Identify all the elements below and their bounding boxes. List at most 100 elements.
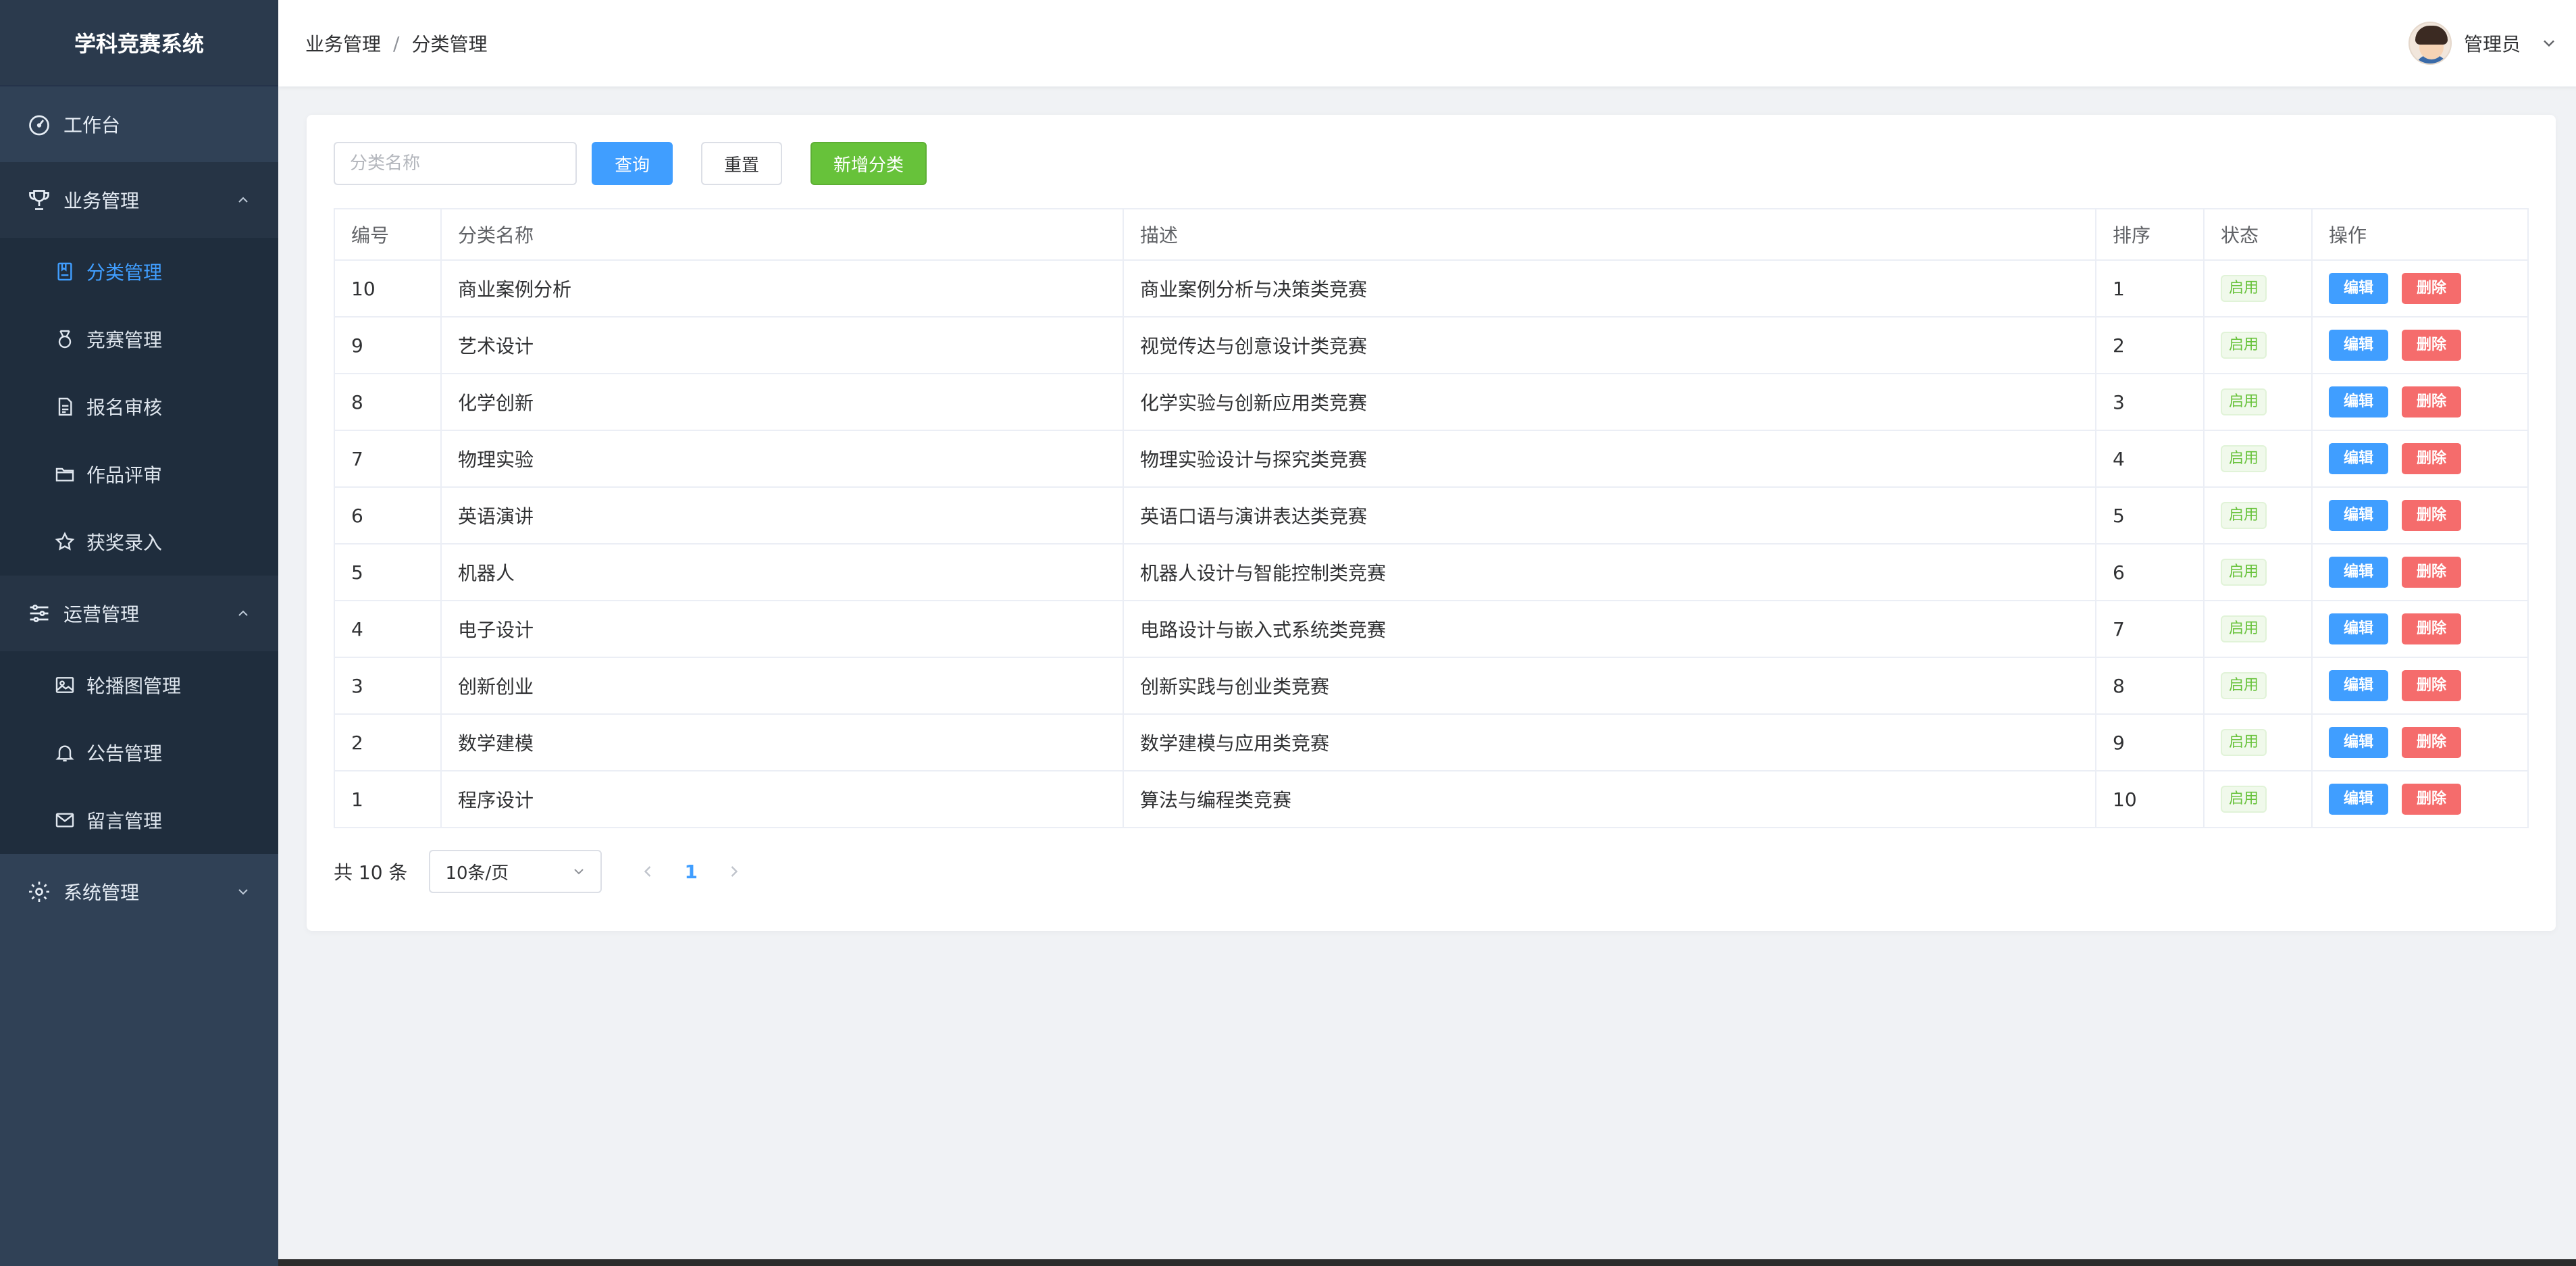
delete-button[interactable]: 删除 (2402, 557, 2462, 588)
cell-actions: 编辑 删除 (2311, 657, 2529, 715)
sidebar-group-operations[interactable]: 运营管理 (0, 576, 278, 651)
edit-button[interactable]: 编辑 (2329, 727, 2389, 758)
cell-actions: 编辑 删除 (2311, 770, 2529, 828)
cell-name: 英语演讲 (440, 486, 1124, 545)
delete-button[interactable]: 删除 (2402, 386, 2462, 417)
cell-name: 化学创新 (440, 373, 1124, 431)
bookmark-icon (54, 261, 76, 282)
page-size-select[interactable]: 10条/页 (429, 850, 602, 893)
edit-button[interactable]: 编辑 (2329, 500, 2389, 531)
search-toolbar: 查询 重置 新增分类 (334, 142, 2529, 185)
sidebar-item-workbench[interactable]: 工作台 (0, 86, 278, 162)
sidebar-group-business[interactable]: 业务管理 (0, 162, 278, 238)
delete-button[interactable]: 删除 (2402, 613, 2462, 644)
cell-actions: 编辑 删除 (2311, 600, 2529, 658)
cell-description: 算法与编程类竞赛 (1123, 770, 2096, 828)
sidebar-item-registration[interactable]: 报名审核 (0, 373, 278, 440)
table-row: 1 程序设计 算法与编程类竞赛 10 启用 编辑 删除 (334, 770, 2529, 828)
table-row: 10 商业案例分析 商业案例分析与决策类竞赛 1 启用 编辑 删除 (334, 259, 2529, 318)
cell-name: 电子设计 (440, 600, 1124, 658)
cell-actions: 编辑 删除 (2311, 259, 2529, 318)
edit-button[interactable]: 编辑 (2329, 557, 2389, 588)
delete-button[interactable]: 删除 (2402, 727, 2462, 758)
cell-status: 启用 (2203, 486, 2313, 545)
table-row: 6 英语演讲 英语口语与演讲表达类竞赛 5 启用 编辑 删除 (334, 486, 2529, 545)
cell-actions: 编辑 删除 (2311, 316, 2529, 374)
edit-button[interactable]: 编辑 (2329, 784, 2389, 815)
sidebar-item-messages[interactable]: 留言管理 (0, 786, 278, 854)
cell-sort: 5 (2095, 486, 2205, 545)
cell-status: 启用 (2203, 373, 2313, 431)
table-row: 7 物理实验 物理实验设计与探究类竞赛 4 启用 编辑 删除 (334, 430, 2529, 488)
cell-status: 启用 (2203, 430, 2313, 488)
user-menu[interactable]: 管理员 (2408, 0, 2558, 86)
cell-name: 机器人 (440, 543, 1124, 601)
main-area: 业务管理 / 分类管理 管理员 查询 重置 新增分类 (278, 0, 2576, 1266)
query-button[interactable]: 查询 (592, 142, 673, 185)
column-header-actions: 操作 (2311, 208, 2529, 261)
edit-button[interactable]: 编辑 (2329, 273, 2389, 304)
cell-description: 英语口语与演讲表达类竞赛 (1123, 486, 2096, 545)
sidebar-item-competition[interactable]: 竞赛管理 (0, 305, 278, 373)
column-header-id: 编号 (334, 208, 442, 261)
cell-description: 视觉传达与创意设计类竞赛 (1123, 316, 2096, 374)
cell-status: 启用 (2203, 543, 2313, 601)
table-header-row: 编号 分类名称 描述 排序 状态 操作 (334, 208, 2529, 261)
status-badge: 启用 (2221, 332, 2267, 359)
page-size-value: 10条/页 (445, 863, 509, 884)
cell-status: 启用 (2203, 770, 2313, 828)
status-badge: 启用 (2221, 729, 2267, 756)
edit-button[interactable]: 编辑 (2329, 330, 2389, 361)
edit-button[interactable]: 编辑 (2329, 443, 2389, 474)
chevron-down-icon (2544, 40, 2554, 47)
edit-button[interactable]: 编辑 (2329, 670, 2389, 701)
edit-button[interactable]: 编辑 (2329, 386, 2389, 417)
delete-button[interactable]: 删除 (2402, 500, 2462, 531)
status-badge: 启用 (2221, 559, 2267, 586)
next-page-icon[interactable] (725, 862, 744, 881)
delete-button[interactable]: 删除 (2402, 670, 2462, 701)
delete-button[interactable]: 删除 (2402, 784, 2462, 815)
cell-description: 商业案例分析与决策类竞赛 (1123, 259, 2096, 318)
cell-description: 物理实验设计与探究类竞赛 (1123, 430, 2096, 488)
cell-actions: 编辑 删除 (2311, 430, 2529, 488)
prev-page-icon[interactable] (638, 862, 657, 881)
content-card: 查询 重置 新增分类 编号 分类名称 描述 (307, 115, 2556, 931)
folder-icon (54, 463, 76, 485)
category-name-input[interactable] (334, 142, 577, 185)
cell-name: 数学建模 (440, 713, 1124, 771)
sidebar-item-works-review[interactable]: 作品评审 (0, 440, 278, 508)
sidebar-group-system[interactable]: 系统管理 (0, 854, 278, 930)
sidebar-item-announcement[interactable]: 公告管理 (0, 719, 278, 786)
breadcrumb-item-business[interactable]: 业务管理 (305, 30, 381, 57)
reset-button[interactable]: 重置 (701, 142, 783, 185)
page-number-current[interactable]: 1 (684, 861, 697, 883)
cell-id: 9 (334, 316, 442, 374)
user-name: 管理员 (2463, 33, 2521, 55)
cell-name: 艺术设计 (440, 316, 1124, 374)
add-category-button[interactable]: 新增分类 (810, 142, 927, 185)
cell-description: 创新实践与创业类竞赛 (1123, 657, 2096, 715)
sidebar-item-label: 获奖录入 (86, 532, 163, 554)
table-row: 2 数学建模 数学建模与应用类竞赛 9 启用 编辑 删除 (334, 713, 2529, 771)
sidebar: 学科竞赛系统 工作台 业务管理 分类管理 竞赛管理 报名审核 作品评审 获奖录入… (0, 0, 278, 1266)
sidebar-item-carousel[interactable]: 轮播图管理 (0, 651, 278, 719)
sliders-icon (27, 601, 51, 626)
sidebar-item-label: 作品评审 (86, 464, 163, 486)
sidebar-item-award-entry[interactable]: 获奖录入 (0, 508, 278, 576)
table-row: 9 艺术设计 视觉传达与创意设计类竞赛 2 启用 编辑 删除 (334, 316, 2529, 374)
breadcrumb-item-category: 分类管理 (411, 33, 488, 55)
delete-button[interactable]: 删除 (2402, 273, 2462, 304)
app-root: 学科竞赛系统 工作台 业务管理 分类管理 竞赛管理 报名审核 作品评审 获奖录入… (0, 0, 2576, 1266)
breadcrumb: 业务管理 / 分类管理 (305, 30, 487, 57)
status-badge: 启用 (2221, 786, 2267, 813)
cell-actions: 编辑 删除 (2311, 373, 2529, 431)
cell-sort: 2 (2095, 316, 2205, 374)
sidebar-item-category[interactable]: 分类管理 (0, 238, 278, 305)
sidebar-item-label: 留言管理 (86, 810, 163, 832)
delete-button[interactable]: 删除 (2402, 443, 2462, 474)
cell-sort: 1 (2095, 259, 2205, 318)
cell-id: 4 (334, 600, 442, 658)
edit-button[interactable]: 编辑 (2329, 613, 2389, 644)
delete-button[interactable]: 删除 (2402, 330, 2462, 361)
